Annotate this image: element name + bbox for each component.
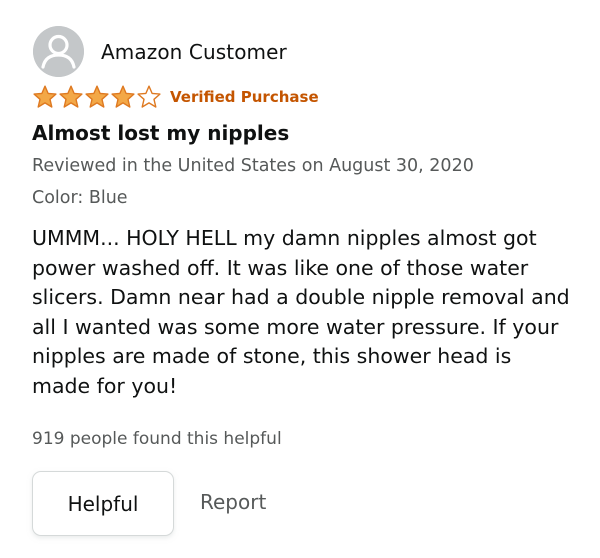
avatar-icon	[33, 26, 84, 77]
reviewer-profile[interactable]: Amazon Customer	[33, 26, 287, 77]
review-title: Almost lost my nipples	[32, 121, 290, 145]
customer-review: Amazon Customer Verified Purchase Almost…	[0, 0, 600, 558]
helpful-count: 919 people found this helpful	[32, 429, 282, 449]
star-filled-icon	[59, 85, 83, 108]
product-variant: Color: Blue	[32, 188, 128, 208]
verified-purchase-badge: Verified Purchase	[170, 88, 319, 106]
reviewer-name: Amazon Customer	[101, 39, 287, 64]
report-link[interactable]: Report	[200, 490, 266, 514]
star-rating[interactable]	[32, 84, 162, 110]
star-filled-icon	[85, 85, 109, 108]
star-filled-icon	[111, 85, 135, 108]
rating-row: Verified Purchase	[32, 83, 319, 111]
review-date: Reviewed in the United States on August …	[32, 156, 474, 176]
star-outline-icon	[137, 85, 161, 108]
review-body: UMMM... HOLY HELL my damn nipples almost…	[32, 226, 570, 398]
helpful-button[interactable]: Helpful	[32, 471, 174, 536]
star-filled-icon	[33, 85, 57, 108]
